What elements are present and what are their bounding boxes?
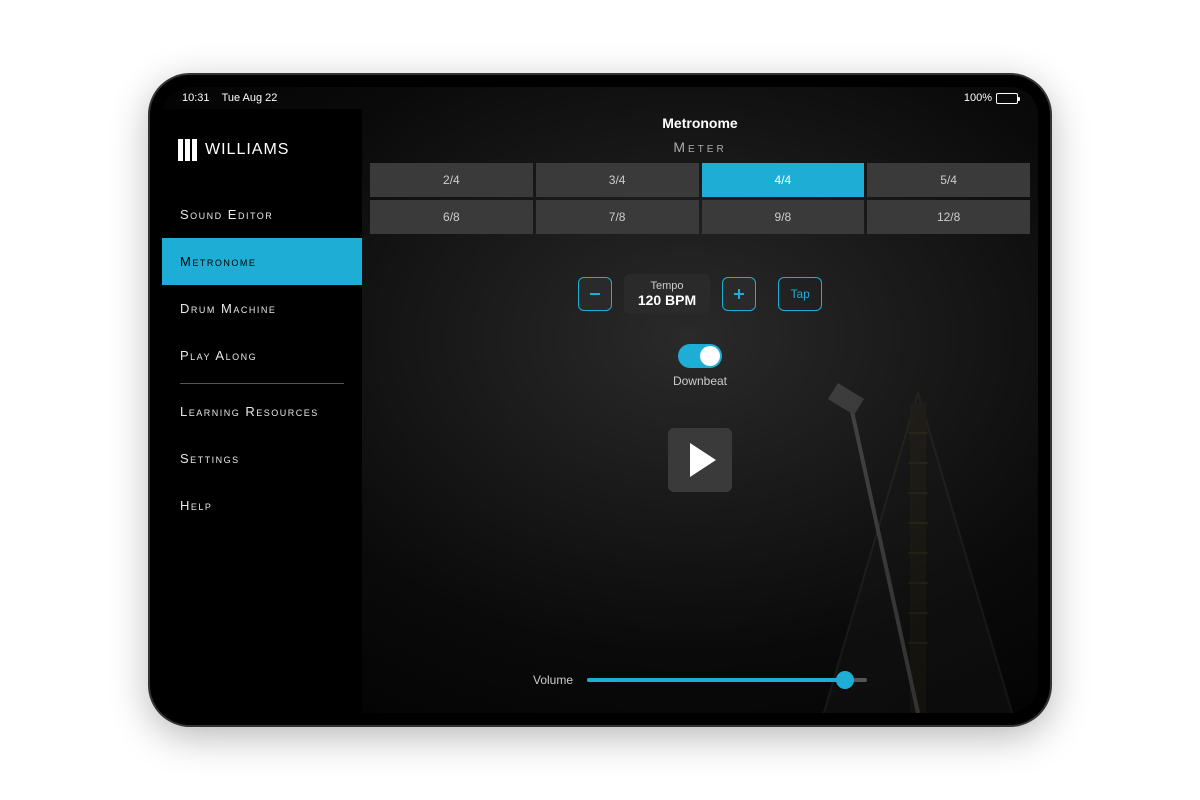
brand: WILLIAMS [162,119,362,191]
sidebar-divider [180,383,344,384]
brand-name: WILLIAMS [205,141,289,159]
battery-percent: 100% [964,92,992,104]
content-area: Metronome Meter 2/43/44/45/4 6/87/89/812/… [362,109,1038,713]
page-title: Metronome [370,109,1030,139]
tempo-display: Tempo 120 BPM [624,274,710,314]
metronome-illustration [758,353,1038,713]
tempo-decrement-button[interactable] [578,277,612,311]
meter-section-label: Meter [370,139,1030,155]
volume-slider[interactable] [587,678,867,682]
tempo-label: Tempo [638,280,696,292]
volume-label: Volume [533,673,573,687]
meter-option-5-4[interactable]: 5/4 [867,163,1030,197]
tap-button[interactable]: Tap [778,277,822,311]
status-time: 10:31 [182,92,210,104]
volume-slider-thumb [836,671,854,689]
meter-option-9-8[interactable]: 9/8 [702,200,865,234]
status-right: 100% [964,92,1018,104]
brand-logo-icon [178,139,197,161]
downbeat-label: Downbeat [673,374,727,388]
meter-option-7-8[interactable]: 7/8 [536,200,699,234]
sidebar-item-learning-resources[interactable]: Learning Resources [162,388,362,435]
volume-slider-fill [587,678,845,682]
meter-option-12-8[interactable]: 12/8 [867,200,1030,234]
screen: 10:31 Tue Aug 22 100% WILLIAMS Sound Edi… [162,87,1038,713]
toggle-knob [700,346,720,366]
sidebar-item-help[interactable]: Help [162,482,362,529]
sidebar-item-play-along[interactable]: Play Along [162,332,362,379]
status-date: Tue Aug 22 [222,92,278,104]
play-button[interactable] [668,428,732,492]
play-icon [690,443,716,477]
volume-row: Volume [370,673,1030,697]
sidebar-item-metronome[interactable]: Metronome [162,238,362,285]
meter-option-6-8[interactable]: 6/8 [370,200,533,234]
sidebar-item-settings[interactable]: Settings [162,435,362,482]
sidebar-item-drum-machine[interactable]: Drum Machine [162,285,362,332]
main-layout: WILLIAMS Sound EditorMetronomeDrum Machi… [162,109,1038,713]
minus-icon [587,286,603,302]
tablet-frame: 10:31 Tue Aug 22 100% WILLIAMS Sound Edi… [150,75,1050,725]
downbeat-toggle[interactable] [678,344,722,368]
status-bar: 10:31 Tue Aug 22 100% [162,87,1038,109]
downbeat-row: Downbeat [370,344,1030,388]
meter-option-4-4[interactable]: 4/4 [702,163,865,197]
sidebar: WILLIAMS Sound EditorMetronomeDrum Machi… [162,109,362,713]
tempo-value: 120 BPM [638,292,696,308]
plus-icon [731,286,747,302]
status-left: 10:31 Tue Aug 22 [182,92,277,104]
meter-option-3-4[interactable]: 3/4 [536,163,699,197]
sidebar-item-sound-editor[interactable]: Sound Editor [162,191,362,238]
tempo-increment-button[interactable] [722,277,756,311]
meter-grid: 2/43/44/45/4 6/87/89/812/8 [370,163,1030,234]
tempo-row: Tempo 120 BPM Tap [370,274,1030,314]
battery-icon [996,93,1018,104]
meter-option-2-4[interactable]: 2/4 [370,163,533,197]
